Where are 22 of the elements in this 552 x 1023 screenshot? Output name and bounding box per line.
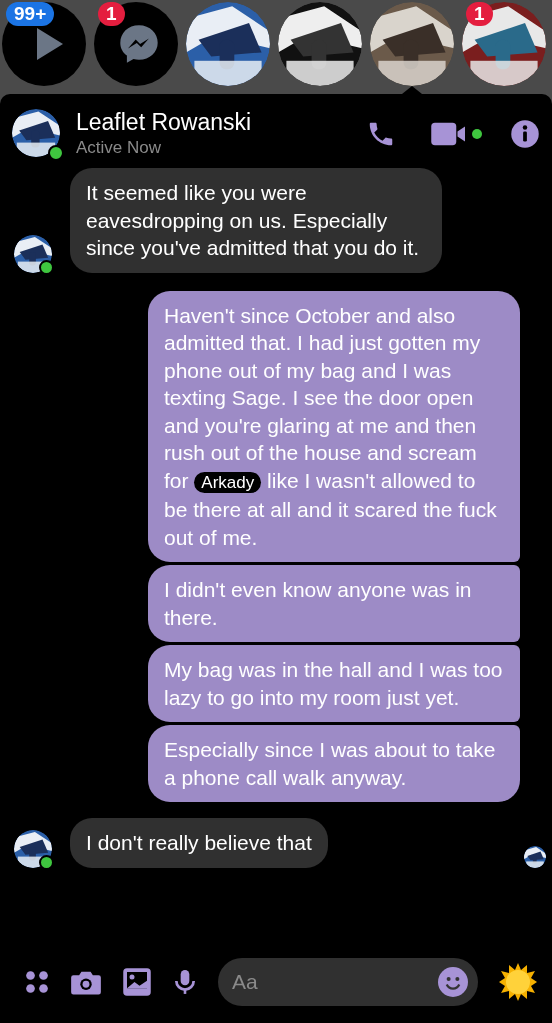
video-chat-head[interactable]: 99+ <box>2 2 86 86</box>
message-bubble: I don't really believe that <box>70 818 328 868</box>
sun-icon[interactable] <box>498 962 538 1002</box>
notification-badge: 99+ <box>6 2 55 26</box>
active-status: Active Now <box>76 137 163 159</box>
online-dot <box>472 129 482 139</box>
message-bubble: Especially since I was about to take a phone call walk anyway. <box>148 725 520 802</box>
emoji-icon[interactable] <box>438 967 468 997</box>
notification-badge: 1 <box>466 2 493 26</box>
name-tag: Arkady <box>194 471 262 493</box>
message-bubble: My bag was in the hall and I was too lazy to go into my room just yet. <box>148 645 520 722</box>
info-icon[interactable] <box>510 119 540 149</box>
contact-name: Leaflet Rowanski <box>76 108 253 136</box>
image-icon[interactable] <box>122 967 152 997</box>
message-bubble: It seemed like you were eavesdropping on us. Especially since you've admitted that you do it. <box>70 168 442 273</box>
microphone-icon[interactable] <box>172 967 198 997</box>
messenger-chat-head[interactable]: 1 <box>94 2 178 86</box>
notification-badge: 1 <box>98 2 125 26</box>
message-bubble: Haven't since October and also admitted that. I had just gotten my phone out of my bag and I was texting Sage. I see the door open and you're glaring at me and then rush out of the house and scream for Arkady like I wasn't allowed to be there at all and it scared the fuck out of me. <box>148 290 520 562</box>
message-input[interactable]: Aa <box>218 958 478 1006</box>
apps-icon[interactable] <box>24 969 50 995</box>
message-bubble: I didn't even know anyone was in there. <box>148 565 520 642</box>
